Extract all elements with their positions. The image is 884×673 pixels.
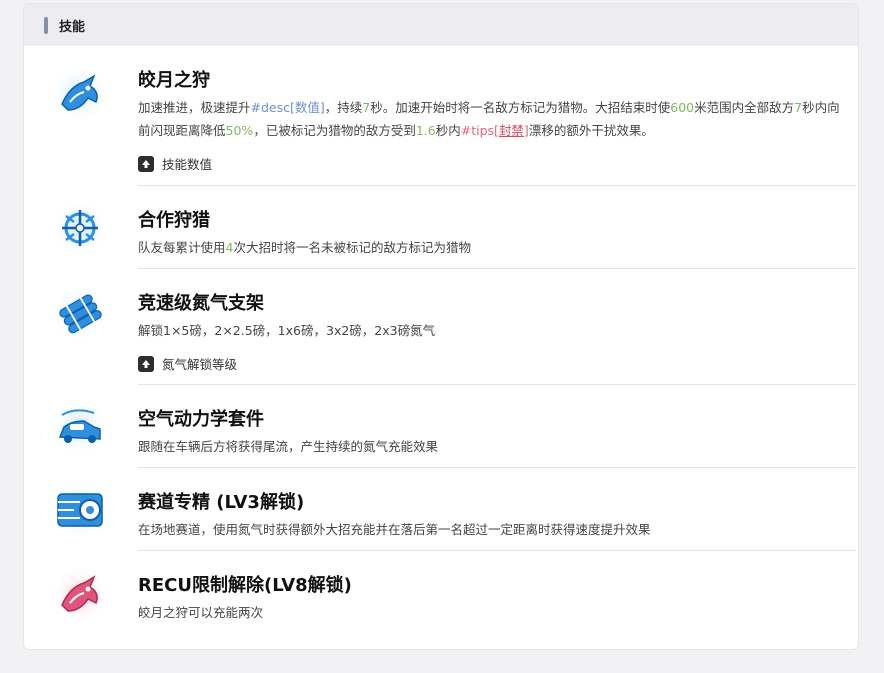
arrow-up-icon [138, 355, 154, 372]
tips-link[interactable]: 封禁 [499, 123, 524, 138]
skill-item: 赛道专精 (LV3解锁) 在场地赛道，使用氮气时获得额外大招充能并在落后第一名超… [24, 468, 858, 551]
header-accent-bar [44, 16, 48, 34]
skills-panel: 技能 皎月之狩 加速推进，极速提升#desc[数值]，持续7秒。加速开始时将一名… [23, 3, 859, 650]
skill-name: 赛道专精 (LV3解锁) [138, 492, 305, 513]
upgrade-label: 技能数值 [162, 157, 213, 172]
panel-header: 技能 [24, 4, 858, 46]
hunter-moon-icon [51, 65, 109, 123]
skill-description: 皎月之狩可以充能两次 [138, 605, 264, 620]
skill-item: 空气动力学套件 跟随在车辆后方将获得尾流，产生持续的氮气充能效果 [24, 385, 858, 468]
skill-description: 跟随在车辆后方将获得尾流，产生持续的氮气充能效果 [138, 439, 439, 454]
skill-item: 竞速级氮气支架 解锁1×5磅，2×2.5磅，1x6磅，3x2磅，2x3磅氮气 氮… [24, 269, 858, 385]
skill-description: 解锁1×5磅，2×2.5磅，1x6磅，3x2磅，2x3磅氮气 [138, 323, 436, 338]
skill-name: 皎月之狩 [138, 70, 210, 91]
upgrade-toggle[interactable]: 氮气解锁等级 [138, 354, 237, 373]
skill-item: RECU限制解除(LV8解锁) 皎月之狩可以充能两次 [24, 551, 858, 641]
nitro-rack-icon [51, 284, 109, 342]
skill-name: 竞速级氮气支架 [138, 293, 264, 314]
coop-hunt-icon [51, 199, 109, 257]
panel-title: 技能 [59, 19, 86, 35]
arrow-up-icon [138, 155, 154, 172]
skill-description: 加速推进，极速提升#desc[数值]，持续7秒。加速开始时将一名敌方标记为猎物。… [138, 100, 840, 138]
skill-description: 在场地赛道，使用氮气时获得额外大招充能并在落后第一名超过一定距离时获得速度提升效… [138, 522, 651, 537]
skill-item: 合作狩猎 队友每累计使用4次大招时将一名未被标记的敌方标记为猎物 [24, 186, 858, 269]
upgrade-label: 氮气解锁等级 [162, 357, 238, 372]
skill-name: 合作狩猎 [138, 210, 210, 231]
aero-kit-icon [51, 398, 109, 456]
upgrade-toggle[interactable]: 技能数值 [138, 154, 212, 173]
track-master-icon [51, 481, 109, 539]
skill-name: RECU限制解除(LV8解锁) [138, 575, 352, 596]
skill-item: 皎月之狩 加速推进，极速提升#desc[数值]，持续7秒。加速开始时将一名敌方标… [24, 46, 858, 186]
skill-description: 队友每累计使用4次大招时将一名未被标记的敌方标记为猎物 [138, 240, 471, 255]
skill-name: 空气动力学套件 [138, 409, 264, 430]
recu-unlock-icon [51, 566, 109, 624]
